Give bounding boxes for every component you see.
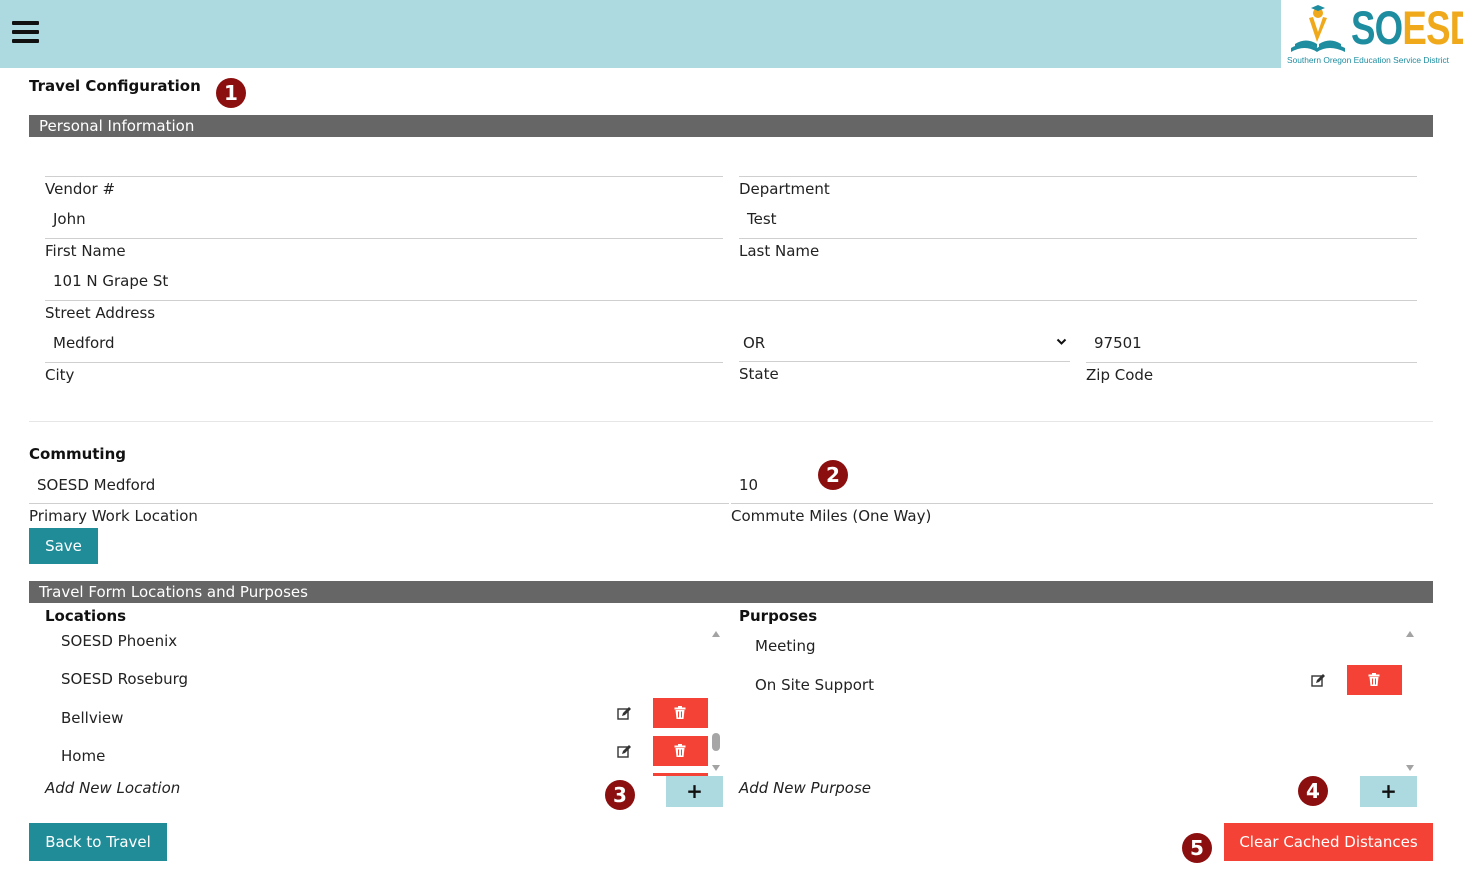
scroll-up-icon[interactable] xyxy=(1406,631,1414,637)
section-divider xyxy=(29,421,1433,422)
delete-location-button[interactable] xyxy=(653,698,708,728)
city-underline xyxy=(45,362,723,363)
location-item: Home xyxy=(61,747,106,765)
vendor-field-underline xyxy=(45,176,723,177)
scroll-up-icon[interactable] xyxy=(712,631,720,637)
delete-purpose-button[interactable] xyxy=(1347,665,1402,695)
street-address-underline xyxy=(45,300,1417,301)
first-name-input[interactable]: John xyxy=(53,210,86,228)
purpose-item: Meeting xyxy=(755,637,816,655)
state-select[interactable]: OR xyxy=(743,334,765,352)
top-bar xyxy=(0,0,1463,68)
primary-work-location-select[interactable]: SOESD Medford xyxy=(37,476,155,494)
location-item: SOESD Phoenix xyxy=(61,632,178,650)
locations-scrollbar[interactable] xyxy=(709,627,723,773)
city-input[interactable]: Medford xyxy=(53,334,115,352)
add-purpose-button[interactable]: + xyxy=(1360,776,1417,807)
purposes-heading: Purposes xyxy=(739,607,818,625)
commute-miles-label: Commute Miles (One Way) xyxy=(731,507,932,525)
edit-icon[interactable] xyxy=(1311,673,1326,688)
department-label: Department xyxy=(739,180,830,198)
soesd-logo[interactable]: SOESD Southern Oregon Education Service … xyxy=(1281,0,1463,68)
scroll-down-icon[interactable] xyxy=(712,765,720,771)
save-button[interactable]: Save xyxy=(29,528,98,564)
street-address-label: Street Address xyxy=(45,304,156,322)
page-title: Travel Configuration xyxy=(29,77,201,95)
zip-code-input[interactable]: 97501 xyxy=(1094,334,1142,352)
commuting-heading: Commuting xyxy=(29,445,126,463)
first-name-underline xyxy=(45,238,723,239)
book-figure-icon xyxy=(1291,5,1345,52)
last-name-input[interactable]: Test xyxy=(747,210,777,228)
city-label: City xyxy=(45,366,75,384)
primary-work-location-label: Primary Work Location xyxy=(29,507,198,525)
callout-marker-4: 4 xyxy=(1298,776,1328,806)
location-item: Bellview xyxy=(61,709,124,727)
add-location-button[interactable]: + xyxy=(666,776,723,807)
delete-location-button[interactable] xyxy=(653,736,708,766)
commute-miles-input[interactable]: 10 xyxy=(739,476,758,494)
department-field-underline xyxy=(739,176,1417,177)
locations-heading: Locations xyxy=(45,607,127,625)
purpose-item: On Site Support xyxy=(755,676,874,694)
locations-purposes-header: Travel Form Locations and Purposes xyxy=(29,581,1433,603)
hamburger-menu-icon[interactable] xyxy=(12,21,39,43)
callout-marker-3: 3 xyxy=(605,780,635,810)
edit-icon[interactable] xyxy=(617,744,632,759)
logo-tagline: Southern Oregon Education Service Distri… xyxy=(1287,55,1449,65)
callout-marker-1: 1 xyxy=(216,78,246,108)
scroll-thumb[interactable] xyxy=(712,733,720,751)
chevron-down-icon[interactable] xyxy=(1056,336,1067,347)
trash-icon xyxy=(674,706,686,719)
logo-wordmark: SOESD xyxy=(1351,1,1463,54)
trash-icon xyxy=(1368,673,1380,686)
state-underline xyxy=(739,361,1070,362)
commute-miles-underline xyxy=(731,503,1433,504)
purposes-scrollbar[interactable] xyxy=(1403,627,1417,773)
add-new-purpose-input[interactable]: Add New Purpose xyxy=(739,779,871,797)
state-label: State xyxy=(739,365,779,383)
last-name-underline xyxy=(739,238,1417,239)
last-name-label: Last Name xyxy=(739,242,820,260)
edit-icon[interactable] xyxy=(617,706,632,721)
trash-icon xyxy=(674,744,686,757)
personal-information-header: Personal Information xyxy=(29,115,1433,137)
first-name-label: First Name xyxy=(45,242,126,260)
clear-cached-distances-button[interactable]: Clear Cached Distances xyxy=(1224,823,1433,861)
zip-code-underline xyxy=(1086,362,1417,363)
add-new-location-input[interactable]: Add New Location xyxy=(45,779,180,797)
location-item: SOESD Roseburg xyxy=(61,670,189,688)
street-address-input[interactable]: 101 N Grape St xyxy=(53,272,168,290)
callout-marker-5: 5 xyxy=(1182,833,1212,863)
scroll-down-icon[interactable] xyxy=(1406,765,1414,771)
vendor-label: Vendor # xyxy=(45,180,116,198)
work-location-underline xyxy=(29,503,729,504)
zip-code-label: Zip Code xyxy=(1086,366,1154,384)
callout-marker-2: 2 xyxy=(818,460,848,490)
back-to-travel-button[interactable]: Back to Travel xyxy=(29,823,167,861)
